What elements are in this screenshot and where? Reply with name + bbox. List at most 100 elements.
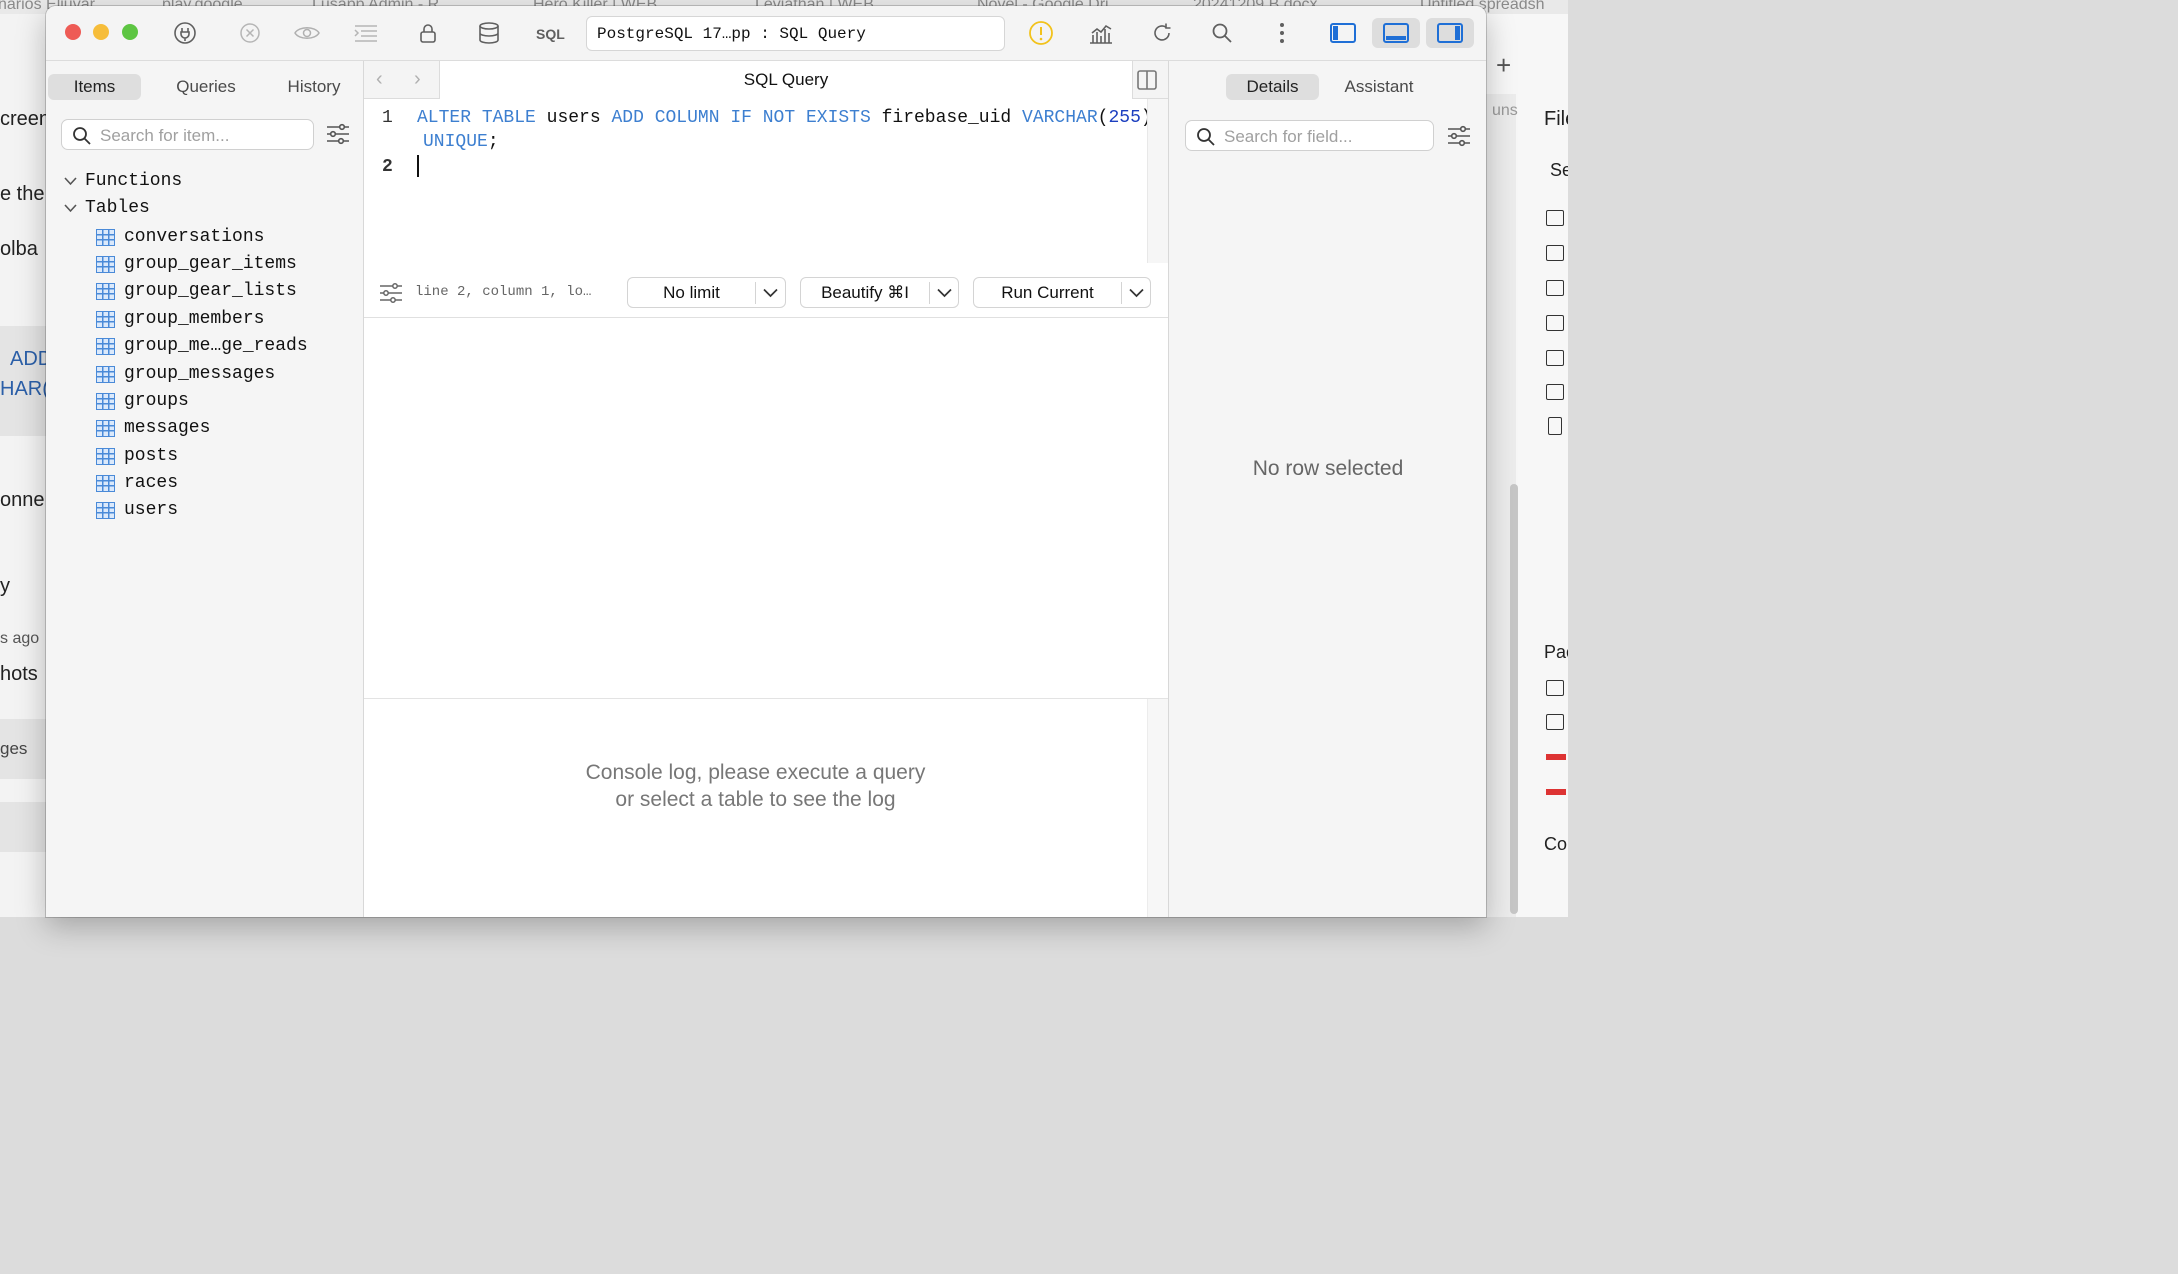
beautify-button[interactable]: Beautify ⌘I (800, 277, 959, 308)
table-grid-icon (96, 228, 115, 246)
chevron-down-icon (64, 203, 77, 212)
console-scrollbar[interactable] (1147, 699, 1168, 917)
field-search-field[interactable]: Search for field... (1185, 120, 1434, 151)
table-item[interactable]: users (96, 499, 178, 521)
beautify-label: Beautify ⌘I (821, 283, 909, 302)
bg-fragment: hots (0, 663, 38, 685)
zoom-window-button[interactable] (122, 24, 138, 40)
table-item[interactable]: group_members (96, 308, 264, 330)
tab-details[interactable]: Details (1226, 74, 1319, 100)
search-icon (1197, 128, 1215, 146)
run-current-button[interactable]: Run Current (973, 277, 1151, 308)
background-left-window: creen e the olba ADD HAR( onne y s ago h… (0, 14, 46, 917)
table-name: group_gear_lists (124, 281, 297, 301)
split-view-icon[interactable] (1136, 69, 1158, 96)
table-item[interactable]: races (96, 472, 178, 494)
run-current-label: Run Current (1001, 283, 1094, 302)
table-name: group_messages (124, 364, 276, 384)
refresh-icon[interactable] (1148, 19, 1176, 47)
table-item[interactable]: group_gear_items (96, 253, 297, 275)
tab-assistant[interactable]: Assistant (1329, 74, 1429, 100)
console-empty-message: Console log, please execute a query or s… (364, 759, 1147, 813)
forward-arrow-icon[interactable]: › (414, 68, 421, 91)
table-grid-icon (96, 392, 115, 410)
connection-title[interactable]: PostgreSQL 17…pp : SQL Query (586, 16, 1005, 51)
tree-group-functions[interactable]: Functions (64, 171, 182, 191)
tab-history[interactable]: History (266, 74, 362, 100)
search-icon (73, 127, 91, 145)
table-item[interactable]: messages (96, 417, 210, 439)
dropdown-divider (1121, 282, 1122, 304)
sql-keyword: VARCHAR (1022, 108, 1098, 128)
chevron-down-icon (763, 288, 778, 298)
warning-icon[interactable] (1027, 19, 1055, 47)
no-row-selected-text: No row selected (1252, 457, 1404, 480)
left-panel-icon (1330, 23, 1356, 43)
close-window-button[interactable] (65, 24, 81, 40)
filter-sliders-icon[interactable] (1447, 125, 1471, 152)
editor-scrollbar[interactable] (1147, 99, 1168, 263)
stop-query-icon[interactable] (236, 19, 264, 47)
table-item[interactable]: posts (96, 445, 178, 467)
bg-fragment: uns (1492, 102, 1518, 119)
folder-icon (1546, 245, 1564, 261)
tree-group-tables[interactable]: Tables (64, 198, 150, 218)
editor-settings-icon[interactable] (379, 283, 403, 308)
minimize-window-button[interactable] (93, 24, 109, 40)
indent-lines-icon[interactable] (352, 19, 380, 47)
table-item[interactable]: group_me…ge_reads (96, 335, 308, 357)
table-grid-icon (96, 337, 115, 355)
row-limit-label: No limit (663, 283, 720, 302)
chart-icon[interactable] (1087, 19, 1115, 47)
preview-eye-icon[interactable] (293, 19, 321, 47)
bg-fragment: e the (0, 183, 45, 205)
plus-icon: + (1496, 50, 1512, 80)
table-name: posts (124, 446, 179, 466)
connection-plug-icon[interactable] (171, 19, 199, 47)
results-grid[interactable] (364, 318, 1168, 699)
sidebar-tabs: Items Queries History (48, 74, 348, 100)
npm-icon (1546, 754, 1566, 760)
tab-items[interactable]: Items (48, 74, 141, 100)
folder-icon (1546, 714, 1564, 730)
sidebar: Items Queries History Search for item...… (46, 61, 364, 917)
table-grid-icon (96, 474, 115, 492)
background-right-window: uns File Se Pac Cor + (1486, 14, 1568, 917)
sql-mode-label[interactable]: SQL (536, 26, 565, 42)
item-search-placeholder: Search for item... (100, 126, 230, 145)
chevron-down-icon (64, 176, 77, 185)
tab-queries[interactable]: Queries (158, 74, 254, 100)
bg-fragment: ADD (10, 348, 46, 370)
table-item[interactable]: group_messages (96, 363, 275, 385)
code-line-1-wrap: UNIQUE; (423, 132, 499, 152)
sql-keyword: EXISTS (805, 108, 871, 128)
app-window: SQL PostgreSQL 17…pp : SQL Query Items Q… (46, 6, 1486, 917)
table-item[interactable]: groups (96, 390, 189, 412)
lock-icon[interactable] (414, 19, 442, 47)
bg-scrollbar (1510, 484, 1518, 914)
toggle-left-panel-button[interactable] (1319, 18, 1367, 48)
folder-icon (1546, 384, 1564, 400)
search-icon[interactable] (1208, 19, 1236, 47)
right-panel-icon (1437, 23, 1463, 43)
bg-fragment: ges (0, 739, 28, 758)
sql-punctuation: ; (487, 132, 499, 152)
back-arrow-icon[interactable]: ‹ (376, 68, 383, 91)
row-limit-dropdown[interactable]: No limit (627, 277, 786, 308)
console-line: Console log, please execute a query (585, 761, 926, 784)
toggle-bottom-panel-button[interactable] (1372, 18, 1420, 48)
code-line-1: ALTER TABLE users ADD COLUMN IF NOT EXIS… (417, 108, 1152, 128)
table-grid-icon (96, 419, 115, 437)
toggle-right-panel-button[interactable] (1426, 18, 1474, 48)
tree-group-label: Tables (85, 198, 150, 218)
filter-sliders-icon[interactable] (326, 123, 350, 150)
tab-sql-query[interactable]: SQL Query (439, 61, 1133, 99)
sql-keyword: TABLE (481, 108, 536, 128)
table-item[interactable]: conversations (96, 226, 264, 248)
folder-icon (1546, 350, 1564, 366)
item-search-field[interactable]: Search for item... (61, 119, 314, 150)
sql-editor[interactable]: 1 2 ALTER TABLE users ADD COLUMN IF NOT … (364, 99, 1152, 263)
table-item[interactable]: group_gear_lists (96, 280, 297, 302)
more-options-icon[interactable] (1268, 19, 1296, 47)
database-icon[interactable] (475, 19, 503, 47)
